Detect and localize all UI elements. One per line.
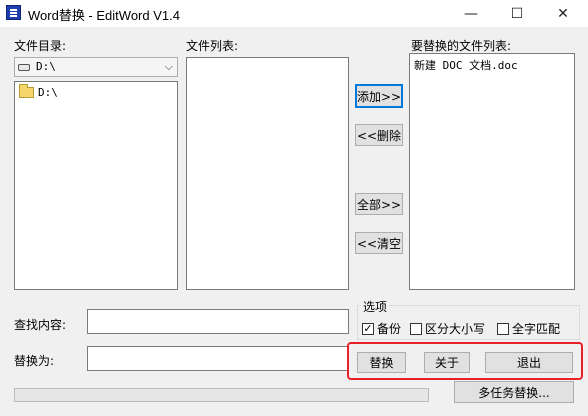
find-label: 查找内容: (14, 318, 67, 332)
progress-bar (14, 388, 429, 402)
options-label: 选项 (361, 298, 390, 315)
close-button[interactable]: ✕ (540, 0, 586, 27)
checkbox-checked-icon: ✓ (362, 321, 374, 335)
add-button[interactable]: 添加>> (355, 84, 403, 108)
drive-select[interactable]: D:\ ⌵ (14, 57, 178, 77)
replace-list-label: 要替换的文件列表: (411, 39, 512, 53)
directory-tree[interactable]: D:\ (14, 81, 178, 290)
folder-icon (19, 84, 34, 98)
list-item[interactable]: 新建 DOC 文档.doc (414, 57, 518, 73)
window-title: Word替换 - EditWord V1.4 (28, 8, 180, 23)
case-sensitive-checkbox[interactable]: 区分大小写 (410, 320, 485, 337)
app-window: Word替换 - EditWord V1.4 — ☐ ✕ 文件目录: 文件列表:… (0, 0, 588, 416)
backup-checkbox[interactable]: ✓ 备份 (362, 320, 401, 337)
clear-button[interactable]: <<清空 (355, 232, 403, 254)
drive-icon (18, 64, 30, 71)
file-dir-label: 文件目录: (14, 39, 67, 53)
replace-input[interactable] (87, 346, 349, 371)
app-icon (6, 5, 21, 20)
tree-item[interactable]: D:\ (19, 84, 58, 99)
remove-button[interactable]: <<删除 (355, 124, 403, 146)
annotation-highlight-box (347, 342, 583, 380)
file-list-label: 文件列表: (186, 39, 239, 53)
whole-word-checkbox-label: 全字匹配 (512, 322, 561, 336)
title-bar[interactable]: Word替换 - EditWord V1.4 — ☐ ✕ (0, 0, 588, 27)
file-list[interactable] (186, 57, 349, 290)
minimize-button[interactable]: — (448, 0, 494, 27)
whole-word-checkbox[interactable]: 全字匹配 (497, 320, 560, 337)
close-icon: ✕ (557, 5, 569, 22)
checkbox-icon (410, 322, 422, 335)
add-all-button[interactable]: 全部>> (355, 193, 403, 215)
minimize-icon: — (464, 5, 478, 22)
drive-select-value: D:\ (36, 60, 56, 73)
multitask-replace-button[interactable]: 多任务替换... (454, 381, 574, 403)
tree-item-label: D:\ (38, 86, 58, 99)
find-input[interactable] (87, 309, 349, 334)
chevron-down-icon: ⌵ (164, 60, 173, 73)
backup-checkbox-label: 备份 (377, 322, 402, 336)
checkbox-icon (497, 322, 509, 335)
case-sensitive-checkbox-label: 区分大小写 (425, 322, 486, 336)
replace-label: 替换为: (14, 354, 55, 368)
maximize-button[interactable]: ☐ (494, 0, 540, 27)
maximize-icon: ☐ (510, 5, 524, 22)
replace-file-list[interactable]: 新建 DOC 文档.doc (409, 53, 575, 290)
